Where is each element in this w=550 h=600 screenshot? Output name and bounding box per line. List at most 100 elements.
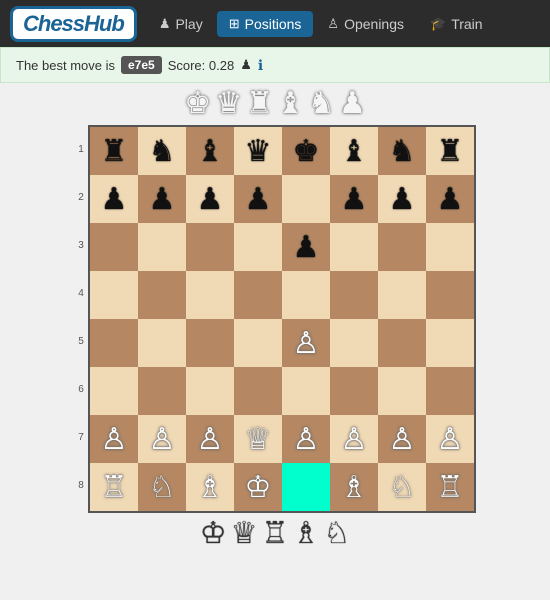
top-piece-pawn: ♟ [339,89,366,119]
square-e1[interactable] [282,463,330,511]
square-e3[interactable] [282,367,330,415]
square-g8[interactable]: ♞ [378,127,426,175]
piece-WN-g1: ♘ [389,470,416,505]
piece-BB-f8: ♝ [341,134,368,169]
square-e2[interactable]: ♙ [282,415,330,463]
square-b4[interactable] [138,319,186,367]
square-d4[interactable] [234,319,282,367]
bottom-piece-king: ♔ [200,519,227,549]
square-f3[interactable] [330,367,378,415]
piece-WK-d1: ♔ [245,470,272,505]
square-d2[interactable]: ♕ [234,415,282,463]
square-c6[interactable] [186,223,234,271]
square-e7[interactable] [282,175,330,223]
square-a1[interactable]: ♖ [90,463,138,511]
square-h4[interactable] [426,319,474,367]
square-a2[interactable]: ♙ [90,415,138,463]
square-d7[interactable]: ♟ [234,175,282,223]
square-g6[interactable] [378,223,426,271]
piece-BR-h8: ♜ [437,134,464,169]
square-h1[interactable]: ♖ [426,463,474,511]
square-d5[interactable] [234,271,282,319]
square-h6[interactable] [426,223,474,271]
square-c2[interactable]: ♙ [186,415,234,463]
square-a8[interactable]: ♜ [90,127,138,175]
square-d8[interactable]: ♛ [234,127,282,175]
square-h7[interactable]: ♟ [426,175,474,223]
nav-play-label: Play [175,16,202,32]
rank-6: 6 [74,365,88,413]
square-b5[interactable] [138,271,186,319]
header: ChessHub ♟ Play ⊞ Positions ♙ Openings 🎓… [0,0,550,47]
rank-7: 7 [74,413,88,461]
main-nav: ♟ Play ⊞ Positions ♙ Openings 🎓 Train [147,11,540,37]
square-h5[interactable] [426,271,474,319]
square-c7[interactable]: ♟ [186,175,234,223]
square-g4[interactable] [378,319,426,367]
piece-WN-b1: ♘ [149,470,176,505]
square-g5[interactable] [378,271,426,319]
square-c5[interactable] [186,271,234,319]
nav-positions[interactable]: ⊞ Positions [217,11,314,37]
piece-BQ-d8: ♛ [245,134,272,169]
square-a3[interactable] [90,367,138,415]
square-e8[interactable]: ♚ [282,127,330,175]
square-h8[interactable]: ♜ [426,127,474,175]
nav-train-label: Train [451,16,482,32]
square-b8[interactable]: ♞ [138,127,186,175]
square-a6[interactable] [90,223,138,271]
square-c8[interactable]: ♝ [186,127,234,175]
nav-train[interactable]: 🎓 Train [418,11,495,37]
square-e5[interactable] [282,271,330,319]
rank-4: 4 [74,269,88,317]
board-container: 1 2 3 4 5 6 7 8 ♜♞♝♛♚♝♞♜♟♟♟♟♟♟♟♟♙♙♙♙♕♙♙♙… [0,125,550,513]
square-b2[interactable]: ♙ [138,415,186,463]
piece-BP-h7: ♟ [437,182,464,217]
rank-2: 2 [74,173,88,221]
square-e6[interactable]: ♟ [282,223,330,271]
best-move-label: The best move is [16,58,115,73]
square-d6[interactable] [234,223,282,271]
square-g1[interactable]: ♘ [378,463,426,511]
square-f7[interactable]: ♟ [330,175,378,223]
piece-WR-a1: ♖ [101,470,128,505]
square-h3[interactable] [426,367,474,415]
square-c3[interactable] [186,367,234,415]
square-c1[interactable]: ♗ [186,463,234,511]
square-g3[interactable] [378,367,426,415]
square-f4[interactable] [330,319,378,367]
square-b6[interactable] [138,223,186,271]
square-c4[interactable] [186,319,234,367]
square-a7[interactable]: ♟ [90,175,138,223]
piece-WP-e2: ♙ [293,422,320,457]
piece-BB-c8: ♝ [197,134,224,169]
square-a5[interactable] [90,271,138,319]
square-b1[interactable]: ♘ [138,463,186,511]
square-g7[interactable]: ♟ [378,175,426,223]
piece-WP-a2: ♙ [101,422,128,457]
square-h2[interactable]: ♙ [426,415,474,463]
square-b7[interactable]: ♟ [138,175,186,223]
chess-board[interactable]: ♜♞♝♛♚♝♞♜♟♟♟♟♟♟♟♟♙♙♙♙♕♙♙♙♙♖♘♗♔♗♘♖ [88,125,476,513]
square-f5[interactable] [330,271,378,319]
play-icon: ♟ [159,16,171,32]
square-f1[interactable]: ♗ [330,463,378,511]
square-f8[interactable]: ♝ [330,127,378,175]
square-b3[interactable] [138,367,186,415]
logo[interactable]: ChessHub [10,6,137,42]
square-a4[interactable] [90,319,138,367]
piece-WB-f1: ♗ [341,470,368,505]
square-e4[interactable]: ♙ [282,319,330,367]
square-d3[interactable] [234,367,282,415]
top-piece-king: ♚ [184,89,211,119]
square-d1[interactable]: ♔ [234,463,282,511]
square-f6[interactable] [330,223,378,271]
square-f2[interactable]: ♙ [330,415,378,463]
square-g2[interactable]: ♙ [378,415,426,463]
piece-BK-e8: ♚ [293,134,320,169]
info-icon[interactable]: ℹ [258,57,263,74]
nav-openings[interactable]: ♙ Openings [315,11,416,37]
nav-play[interactable]: ♟ Play [147,11,215,37]
top-piece-rook: ♜ [246,89,273,119]
nav-openings-label: Openings [344,16,404,32]
